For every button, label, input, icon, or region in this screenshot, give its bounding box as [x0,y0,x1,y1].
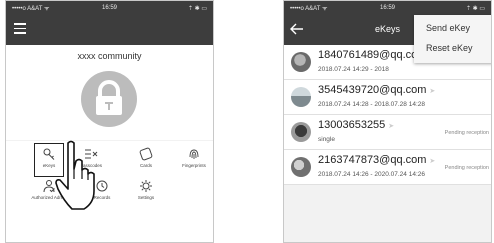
gear-icon [140,180,152,192]
ekey-list: 1840761489@qq.com 2018.07.24 14:29 - 201… [284,45,491,185]
reset-ekey-menu-item[interactable]: Reset eKey [414,39,491,57]
ekey-validity: 2018.07.24 14:29 - 2018 [318,66,389,73]
list-item[interactable]: 13003653255 ➤ single Pending reception [284,115,491,150]
ekey-name: 1840761489@qq.com [318,49,427,61]
lock-button[interactable] [81,71,137,127]
ekey-name: 13003653255 [318,119,386,131]
grid-item-settings[interactable]: Settings [126,179,166,200]
menu-icon[interactable] [14,23,26,34]
status-icons: ⇡ ✱ ▭ [465,5,485,12]
grid-label-cards: Cards [139,163,152,168]
padlock-icon [96,80,122,115]
ekey-name: 2163747873@qq.com [318,154,427,166]
status-icons: ⇡ ✱ ▭ [187,5,207,12]
ekey-validity: single [318,136,335,143]
avatar [291,157,311,177]
ekey-validity: 2018.07.24 14:28 - 2018.07.28 14:28 [318,101,425,108]
grid-label-settings: Settings [137,195,155,200]
fingerprint-icon [189,149,199,159]
avatar [291,122,311,142]
avatar [291,52,311,72]
lock-hero: xxxx community [6,45,213,140]
home-screen: •••••o A&AT ᯤ 16:59 ⇡ ✱ ▭ xxxx community… [5,0,214,243]
list-item[interactable]: 3545439720@qq.com ➤ 2018.07.24 14:28 - 20… [284,80,491,115]
ekey-validity: 2018.07.24 14:26 - 2020.07.24 14:26 [318,171,425,178]
send-arrow-icon: ➤ [429,88,436,95]
send-arrow-icon: ➤ [388,123,395,130]
status-bar: •••••o A&AT ᯤ 16:59 ⇡ ✱ ▭ [284,1,491,15]
ekeys-screen: •••••o A&AT ᯤ 16:59 ⇡ ✱ ▭ eKeys 18407614… [283,0,492,243]
pointing-hand-icon [55,140,95,210]
status-time: 16:59 [379,5,395,11]
status-bar: •••••o A&AT ᯤ 16:59 ⇡ ✱ ▭ [6,1,213,15]
status-time: 16:59 [101,5,117,11]
status-badge: Pending reception [444,165,489,171]
grid-item-fingerprints[interactable]: Fingerprints [174,147,213,168]
ekey-name: 3545439720@qq.com [318,84,427,96]
card-icon [139,147,153,161]
community-name: xxxx community [77,51,142,61]
send-arrow-icon: ➤ [429,158,436,165]
feature-grid: eKeys Passcodes Cards Fingerprints Autho… [6,141,213,242]
avatar [291,87,311,107]
status-badge: Pending reception [444,130,489,136]
grid-item-cards[interactable]: Cards [126,147,166,168]
list-item[interactable]: 2163747873@qq.com ➤ 2018.07.24 14:26 - 20… [284,150,491,185]
ekey-menu: Send eKey Reset eKey [414,15,491,63]
send-ekey-menu-item[interactable]: Send eKey [414,19,491,37]
app-header [6,15,213,45]
grid-label-fingerprints: Fingerprints [182,163,206,168]
